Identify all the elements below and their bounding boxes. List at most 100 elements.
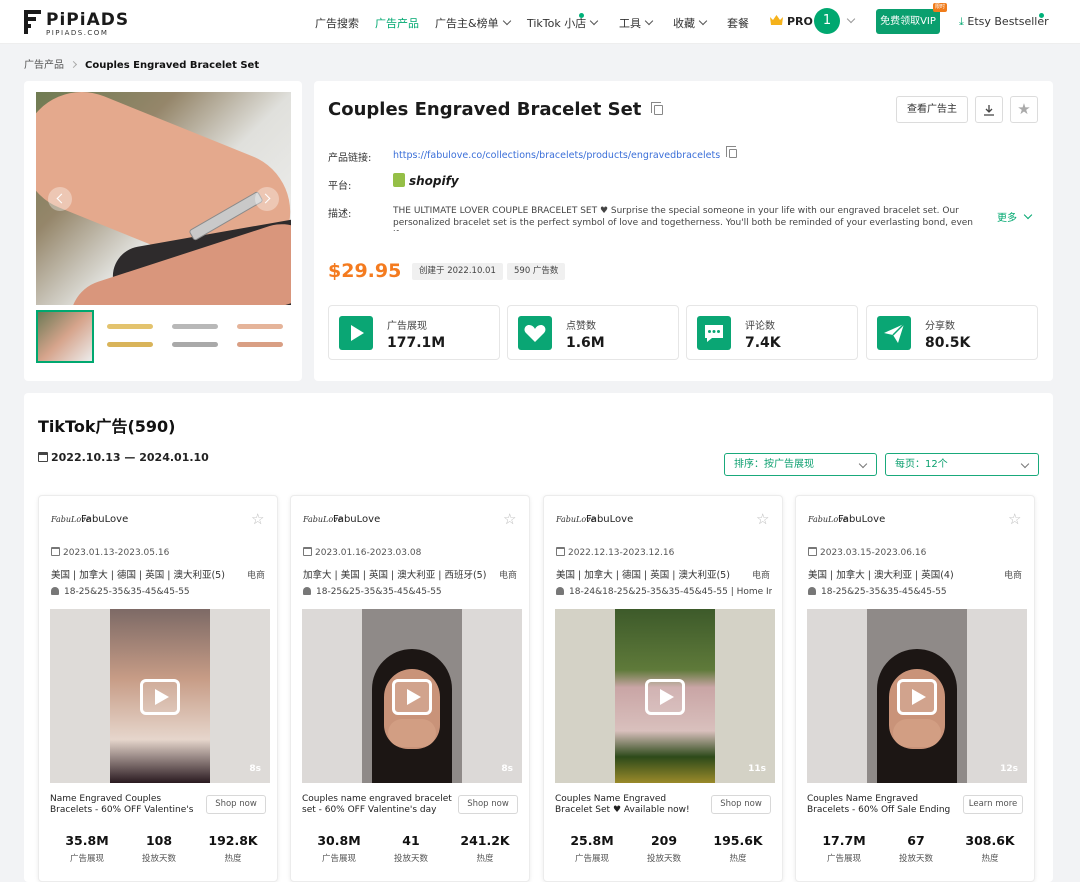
nav-favorites[interactable]: 收藏 <box>673 15 708 31</box>
product-link[interactable]: https://fabulove.co/collections/bracelet… <box>393 146 738 161</box>
brand-name[interactable]: FabuLove <box>81 514 128 525</box>
person-icon <box>808 587 816 595</box>
ad-card[interactable]: FabuLove FabuLove ☆ 2022.12.13-2023.12.1… <box>543 495 783 882</box>
person-icon <box>303 587 311 595</box>
gallery-thumb-3[interactable] <box>166 310 224 363</box>
sort-select[interactable]: 排序：按广告展现 <box>724 453 877 476</box>
download-button[interactable] <box>975 96 1003 123</box>
cta-button[interactable]: Learn more <box>963 795 1023 814</box>
cta-button[interactable]: Shop now <box>711 795 771 814</box>
chevron-down-icon <box>698 16 708 26</box>
breadcrumb-parent[interactable]: 广告产品 <box>24 60 64 71</box>
avatar[interactable]: 1 <box>814 8 840 34</box>
date-range[interactable]: 2022.10.13 — 2024.01.10 <box>38 451 209 464</box>
ad-card[interactable]: FabuLove FabuLove ☆ 2023.01.13-2023.05.1… <box>38 495 278 882</box>
avatar-chevron-icon[interactable] <box>846 14 856 24</box>
ads-section-title: TikTok广告(590) <box>38 417 176 436</box>
metric-value: 308.6K <box>965 833 1015 848</box>
video-person-hand <box>893 719 941 747</box>
nav-plans[interactable]: 套餐 <box>727 15 749 31</box>
calendar-icon <box>38 452 48 462</box>
play-icon[interactable] <box>645 679 685 715</box>
star-icon[interactable]: ☆ <box>1008 512 1022 527</box>
ad-video[interactable]: 8s <box>302 609 522 783</box>
play-icon[interactable] <box>897 679 937 715</box>
nav-tiktok-shop[interactable]: TikTok 小店 <box>527 15 599 31</box>
chevron-down-icon <box>590 16 599 26</box>
ad-card[interactable]: FabuLove FabuLove ☆ 2023.03.15-2023.06.1… <box>795 495 1035 882</box>
more-toggle[interactable]: 更多 <box>997 209 1033 224</box>
ad-metrics: 25.8M 广告展现 209 投放天数 195.6K 热度 <box>544 833 784 873</box>
ad-card[interactable]: FabuLove FabuLove ☆ 2023.01.16-2023.03.0… <box>290 495 530 882</box>
ad-video[interactable]: 11s <box>555 609 775 783</box>
brand-name[interactable]: FabuLove <box>838 514 885 525</box>
ad-date: 2023.03.15-2023.06.16 <box>808 547 926 558</box>
metric-value: 192.8K <box>208 833 258 848</box>
free-vip-button[interactable]: 免费领取VIP <box>876 9 940 34</box>
metric-days: 41 投放天数 <box>371 833 451 864</box>
nav-tiktok-shop-label: TikTok 小店 <box>527 17 587 30</box>
metric-heat: 241.2K 热度 <box>445 833 525 864</box>
nav-ad-search[interactable]: 广告搜索 <box>315 15 359 31</box>
description-label: 描述: <box>328 209 352 220</box>
metric-label: 投放天数 <box>646 854 681 864</box>
ad-metrics: 17.7M 广告展现 67 投放天数 308.6K 热度 <box>796 833 1036 873</box>
metric-value: 25.8M <box>570 833 614 848</box>
pipiads-logo[interactable]: PiPiADS PIPIADS.COM <box>24 10 128 37</box>
ad-date: 2022.12.13-2023.12.16 <box>556 547 674 558</box>
brand-name[interactable]: FabuLove <box>586 514 633 525</box>
nav-advertisers-rankings[interactable]: 广告主&榜单 <box>435 15 511 31</box>
gallery-thumb-1[interactable] <box>36 310 94 363</box>
cta-button[interactable]: Shop now <box>206 795 266 814</box>
metric-label: 热度 <box>476 854 494 864</box>
ad-age-range: 18-24&18-25&25-35&35-45&45-55 | Home Im.… <box>556 587 772 597</box>
video-blur-right <box>210 609 270 783</box>
gallery-thumb-2[interactable] <box>101 310 159 363</box>
gallery-prev-icon[interactable] <box>48 187 72 211</box>
pro-label[interactable]: PRO <box>787 15 813 28</box>
download-icon: ⤓ <box>959 15 964 28</box>
star-icon[interactable]: ☆ <box>251 512 265 527</box>
nav-ad-products[interactable]: 广告产品 <box>375 15 419 31</box>
chevron-down-icon <box>858 459 868 469</box>
star-icon[interactable]: ☆ <box>756 512 770 527</box>
copy-icon[interactable] <box>650 102 663 115</box>
video-blur-left <box>50 609 110 783</box>
star-icon: ★ <box>1017 100 1031 118</box>
shopify-logo: shopify <box>393 173 459 191</box>
view-advertiser-button[interactable]: 查看广告主 <box>896 96 968 123</box>
brand-name[interactable]: FabuLove <box>333 514 380 525</box>
ad-video[interactable]: 8s <box>50 609 270 783</box>
per-page-select[interactable]: 每页：12个 <box>885 453 1039 476</box>
play-icon[interactable] <box>392 679 432 715</box>
metric-value: 67 <box>907 833 925 848</box>
gallery-next-icon[interactable] <box>255 187 279 211</box>
etsy-bestseller-link[interactable]: ⤓ Etsy Bestseller <box>959 15 1049 29</box>
heart-icon <box>518 316 552 350</box>
copy-icon[interactable] <box>726 146 738 158</box>
nav-tools[interactable]: 工具 <box>619 15 654 31</box>
etsy-label: Etsy Bestseller <box>967 15 1049 28</box>
play-icon[interactable] <box>140 679 180 715</box>
favorite-star-button[interactable]: ★ <box>1010 96 1038 123</box>
gallery-thumb-4[interactable] <box>231 310 286 363</box>
logo-subtext: PIPIADS.COM <box>46 29 109 37</box>
ad-metrics: 35.8M 广告展现 108 投放天数 192.8K 热度 <box>39 833 279 873</box>
video-blur-left <box>302 609 362 783</box>
ad-video[interactable]: 12s <box>807 609 1027 783</box>
metric-label: 热度 <box>224 854 242 864</box>
star-icon[interactable]: ☆ <box>503 512 517 527</box>
cta-button[interactable]: Shop now <box>458 795 518 814</box>
ad-age-range: 18-25&25-35&35-45&45-55 <box>808 587 1024 597</box>
calendar-icon <box>51 547 60 556</box>
ad-date-text: 2023.01.13-2023.05.16 <box>63 548 170 558</box>
ad-age-text: 18-25&25-35&35-45&45-55 <box>821 587 947 597</box>
platform-label: 平台: <box>328 181 352 192</box>
ad-regions: 加拿大 | 美国 | 英国 | 澳大利亚 | 西班牙(5) <box>303 570 487 581</box>
ad-category: 电商 <box>1003 571 1022 581</box>
product-main-image[interactable] <box>36 92 291 305</box>
product-title-text: Couples Engraved Bracelet Set <box>328 99 642 120</box>
stat-name: 分享数 <box>925 321 955 332</box>
per-page-value: 每页：12个 <box>895 459 948 470</box>
person-icon <box>51 587 59 595</box>
